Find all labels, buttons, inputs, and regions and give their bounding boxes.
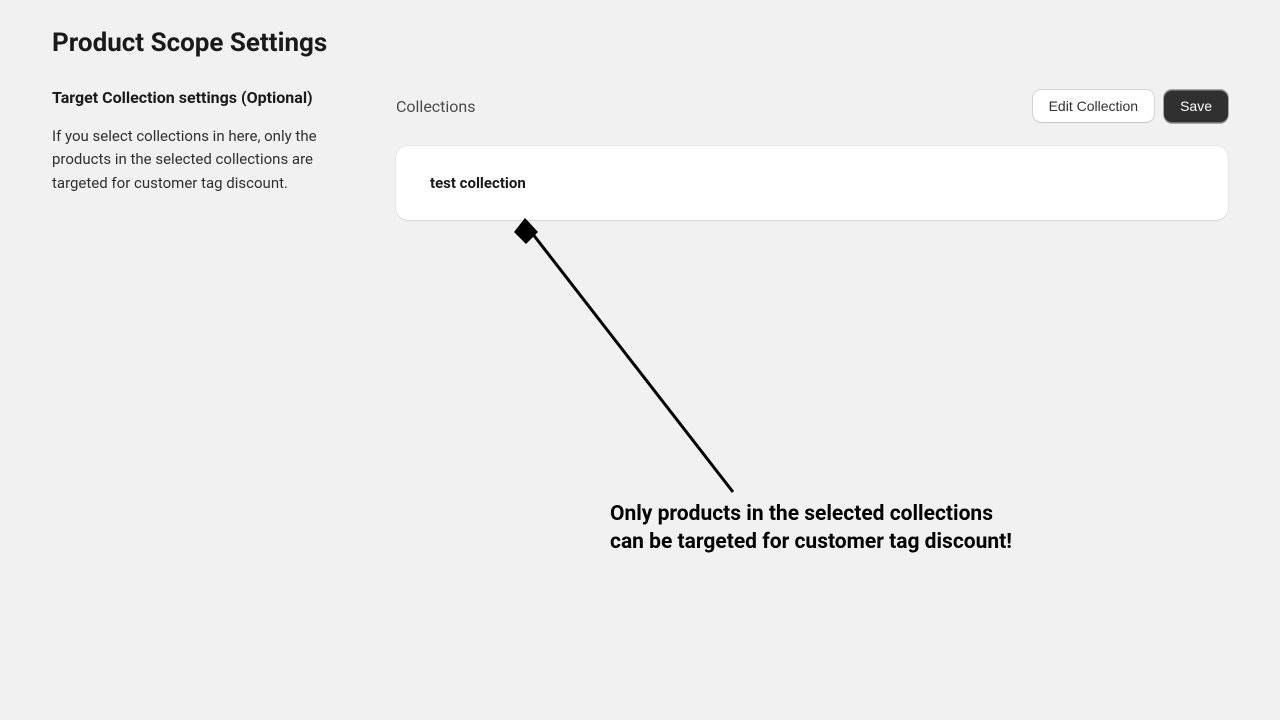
section-description: If you select collections in here, only … — [52, 125, 352, 195]
page-title: Product Scope Settings — [52, 28, 1228, 58]
annotation-text: Only products in the selected collection… — [610, 500, 1012, 557]
collections-label: Collections — [396, 97, 476, 116]
edit-collection-button[interactable]: Edit Collection — [1033, 90, 1155, 123]
save-button[interactable]: Save — [1164, 90, 1228, 123]
main-panel: Collections Edit Collection Save test co… — [396, 88, 1228, 220]
annotation-arrow-icon — [508, 214, 748, 504]
settings-sidebar: Target Collection settings (Optional) If… — [52, 88, 352, 220]
section-title: Target Collection settings (Optional) — [52, 88, 352, 107]
collection-item: test collection — [430, 174, 1194, 192]
collections-card: test collection — [396, 146, 1228, 220]
